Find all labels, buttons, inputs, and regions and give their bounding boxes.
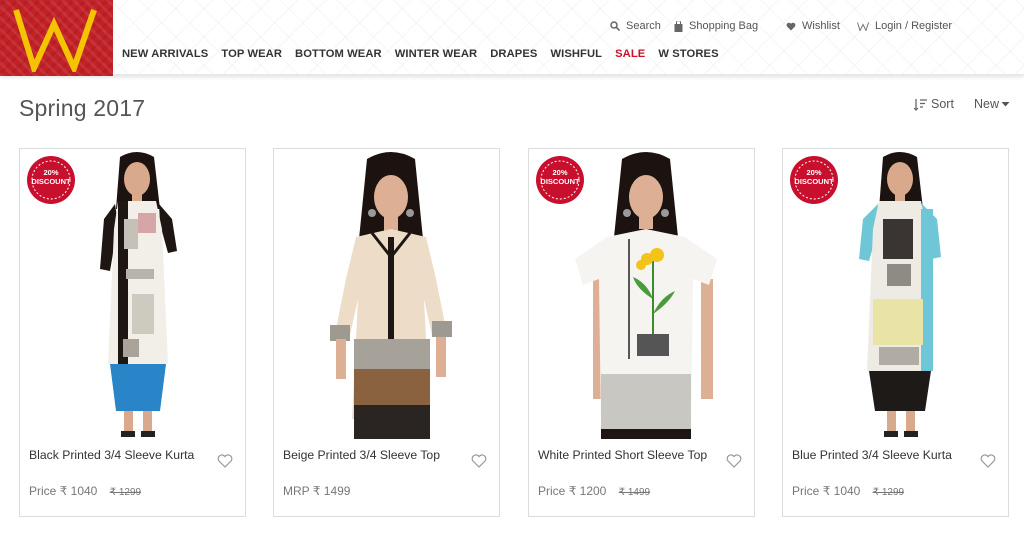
shopping-bag-link[interactable]: Shopping Bag [674,20,758,32]
product-card[interactable]: 20% DISCOUNT Blue Printed 3/4 Sleeve Kur… [782,148,1009,517]
product-card[interactable]: 20% DISCOUNT White Printed Short Sleeve … [528,148,755,517]
wishlist-link[interactable]: Wishlist [786,20,840,32]
search-link[interactable]: Search [610,20,661,32]
product-name[interactable]: Beige Printed 3/4 Sleeve Top [283,448,440,462]
nav-new-arrivals[interactable]: NEW ARRIVALS [122,48,208,60]
product-name[interactable]: Black Printed 3/4 Sleeve Kurta [29,448,194,462]
badge-percent: 20% [43,168,59,177]
badge-label: DISCOUNT [31,177,71,186]
shopping-bag-icon [674,20,683,32]
wishlist-heart-icon[interactable] [980,454,996,468]
price-prefix: Price [792,484,820,498]
sort-label: Sort [931,97,954,111]
wishlist-heart-icon[interactable] [471,454,487,468]
shopping-bag-label: Shopping Bag [689,20,759,32]
product-card[interactable]: Beige Printed 3/4 Sleeve Top MRP ₹ 1499 [273,148,500,517]
login-label: Login / Register [875,20,953,32]
sort-icon [914,98,927,111]
price-prefix: Price [29,484,57,498]
sort-order-dropdown[interactable]: New [974,97,1010,111]
page-title: Spring 2017 [19,95,146,121]
nav-sale[interactable]: SALE [615,48,645,60]
nav-wishful[interactable]: WISHFUL [550,48,602,60]
search-icon [610,21,620,31]
login-link[interactable]: Login / Register [857,20,952,32]
old-price: ₹ 1299 [109,487,142,498]
discount-badge: 20% DISCOUNT [26,155,76,205]
caret-down-icon [1001,102,1010,107]
w-user-icon [857,21,869,31]
discount-badge-text: 20% DISCOUNT [789,168,839,186]
main-nav: NEW ARRIVALS TOP WEAR BOTTOM WEAR WINTER… [122,48,719,60]
badge-percent: 20% [806,168,822,177]
discount-badge-text: 20% DISCOUNT [26,168,76,186]
wishlist-heart-icon[interactable] [217,454,233,468]
nav-w-stores[interactable]: W STORES [658,48,718,60]
price-prefix: MRP [283,484,310,498]
wishlist-heart-icon[interactable] [726,454,742,468]
discount-badge-text: 20% DISCOUNT [535,168,585,186]
badge-label: DISCOUNT [540,177,580,186]
search-label: Search [626,20,661,32]
heart-icon [786,22,796,30]
price-value: ₹ 1040 [822,484,861,498]
product-card[interactable]: 20% DISCOUNT Black Printed 3/4 Sleeve Ku… [19,148,246,517]
price-row: Price ₹ 1040 ₹ 1299 [792,484,904,498]
top-links: Search Shopping Bag Wishlist Login / Reg… [0,20,1024,36]
old-price: ₹ 1299 [872,487,905,498]
product-photo[interactable] [274,149,499,439]
product-name[interactable]: Blue Printed 3/4 Sleeve Kurta [792,448,952,462]
nav-top-wear[interactable]: TOP WEAR [221,48,282,60]
top-beige-photo [330,152,452,439]
site-header: Search Shopping Bag Wishlist Login / Reg… [0,0,1024,76]
wishlist-label: Wishlist [802,20,840,32]
nav-drapes[interactable]: DRAPES [490,48,537,60]
badge-label: DISCOUNT [794,177,834,186]
price-value: ₹ 1499 [312,484,351,498]
price-row: MRP ₹ 1499 [283,484,350,498]
price-value: ₹ 1200 [568,484,607,498]
price-value: ₹ 1040 [59,484,98,498]
discount-badge: 20% DISCOUNT [535,155,585,205]
discount-badge: 20% DISCOUNT [789,155,839,205]
brand-logo[interactable] [0,0,113,76]
w-logo-icon [13,9,97,72]
sort-order-label: New [974,97,1000,111]
nav-bottom-wear[interactable]: BOTTOM WEAR [295,48,382,60]
nav-winter-wear[interactable]: WINTER WEAR [395,48,478,60]
badge-percent: 20% [552,168,568,177]
product-name[interactable]: White Printed Short Sleeve Top [538,448,707,462]
price-row: Price ₹ 1040 ₹ 1299 [29,484,141,498]
price-row: Price ₹ 1200 ₹ 1499 [538,484,650,498]
sort-button[interactable]: Sort [914,97,954,111]
price-prefix: Price [538,484,566,498]
old-price: ₹ 1499 [618,487,651,498]
